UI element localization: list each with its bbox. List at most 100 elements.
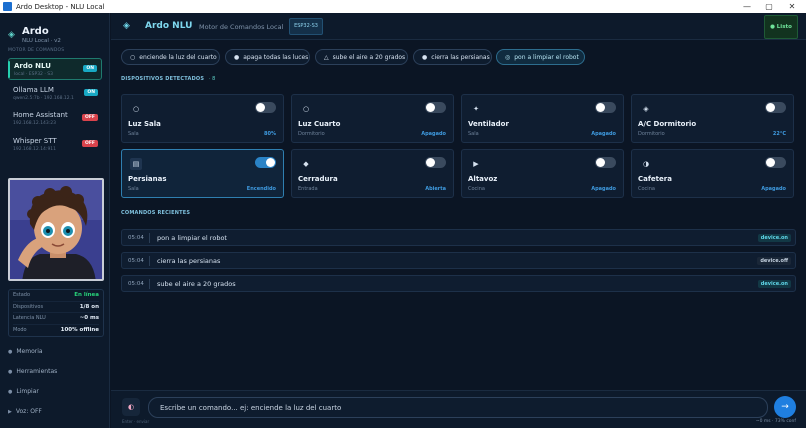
intent-tag: device.off [757, 257, 791, 265]
maximize-button[interactable]: ▢ [757, 0, 781, 13]
tools-button[interactable]: ● Herramientas [8, 368, 57, 375]
model-address: local · ESP32 · S3 [14, 72, 53, 77]
device-name: A/C Dormitorio [638, 120, 697, 128]
device-state: Apagado [591, 131, 616, 137]
action-label: Voz: OFF [15, 408, 42, 415]
stat-row: Estado En línea [13, 290, 99, 302]
toggle-knob [266, 158, 275, 167]
recent-command-row[interactable]: 05:04 sube el aire a 20 grados device.on [121, 275, 796, 292]
device-toggle[interactable] [765, 157, 786, 168]
app-icon [3, 2, 12, 11]
device-state: Encendido [246, 186, 276, 192]
intent-tag: device.on [757, 280, 791, 288]
device-card-ventilador[interactable]: ✦ Ventilador Sala Apagado [461, 94, 624, 143]
quick-command-3[interactable]: △ sube el aire a 20 grados [315, 49, 408, 65]
device-card-luz-cuarto[interactable]: ○ Luz Cuarto Dormitorio Apagado [291, 94, 454, 143]
brand-subtitle: NLU Local · v2 [22, 38, 61, 44]
device-card-luz-sala[interactable]: ○ Luz Sala Sala 80% [121, 94, 284, 143]
tools-icon: ● [8, 369, 13, 375]
stat-value: 100% offline [60, 327, 99, 334]
device-toggle[interactable] [595, 102, 616, 113]
model-item-home-assistant[interactable]: Home Assistant 192.168.12.143:23 OFF [8, 108, 102, 130]
dot-icon: ● [422, 53, 428, 61]
stat-value: En línea [74, 292, 99, 299]
device-card-persianas[interactable]: ▤ Persianas Sala Encendido [121, 149, 284, 198]
stat-value: 1/8 on [79, 303, 99, 310]
microphone-icon[interactable]: ◐ [122, 398, 140, 416]
device-room: Cocina [638, 186, 655, 192]
device-toggle[interactable] [425, 102, 446, 113]
stat-row: Dispositivos 1/8 on [13, 302, 99, 313]
device-toggle[interactable] [595, 157, 616, 168]
avatar-illustration [10, 180, 102, 279]
status-badge: OFF [82, 114, 98, 121]
device-card-cafetera[interactable]: ◑ Cafetera Cocina Apagado [631, 149, 794, 198]
input-hint: Enter · enviar [122, 419, 150, 424]
device-room: Dormitorio [638, 131, 665, 137]
window-titlebar: Ardo Desktop - NLU Local — ▢ ✕ [0, 0, 806, 13]
device-toggle[interactable] [255, 157, 276, 168]
send-button[interactable]: → [774, 396, 796, 418]
stat-label: Estado [13, 292, 31, 299]
model-address: qwen2.5:7b · 192.168.12.1 [13, 96, 74, 101]
device-card-cerradura[interactable]: ◆ Cerradura Entrada Abierta [291, 149, 454, 198]
memory-button[interactable]: ● Memoria [8, 348, 43, 355]
quick-command-5[interactable]: ◎ pon a limpiar el robot [496, 49, 585, 65]
device-room: Cocina [468, 186, 485, 192]
toggle-knob [766, 158, 775, 167]
device-toggle[interactable] [255, 102, 276, 113]
triangle-icon: △ [324, 53, 329, 61]
device-name: Luz Cuarto [298, 120, 341, 128]
command-text: sube el aire a 20 grados [157, 280, 236, 288]
device-state: Apagado [591, 186, 616, 192]
snowflake-icon: ◈ [643, 105, 649, 113]
quick-command-4[interactable]: ● cierra las persianas [413, 49, 492, 65]
close-button[interactable]: ✕ [780, 0, 804, 13]
model-item-ollama-llm[interactable]: Ollama LLM qwen2.5:7b · 192.168.12.1 ON [8, 83, 102, 105]
device-name: Ventilador [468, 120, 509, 128]
device-room: Sala [468, 131, 479, 137]
status-indicator: ● Listo [764, 15, 798, 39]
models-section-label: MOTOR DE COMANDOS [8, 48, 65, 53]
recent-command-row[interactable]: 05:04 pon a limpiar el robot device.on [121, 229, 796, 246]
devices-section-label: DISPOSITIVOS DETECTADOS [121, 76, 205, 82]
device-toggle[interactable] [425, 157, 446, 168]
blinds-icon: ▤ [130, 158, 142, 170]
quick-command-label: pon a limpiar el robot [514, 53, 579, 61]
action-label: Memoria [16, 348, 43, 355]
quick-command-label: apaga todas las luces [243, 53, 309, 61]
clear-icon: ● [8, 389, 13, 395]
target-icon: ◎ [505, 53, 511, 61]
stat-label: Latencia NLU [13, 315, 46, 322]
device-card-ac-dormitorio[interactable]: ◈ A/C Dormitorio Dormitorio 22°C [631, 94, 794, 143]
brand-name: Ardo [22, 26, 49, 37]
quick-command-1[interactable]: ○ enciende la luz del cuarto [121, 49, 220, 65]
device-name: Cafetera [638, 175, 672, 183]
dot-icon: ● [234, 53, 240, 61]
device-name: Persianas [128, 175, 167, 183]
page-subtitle: Motor de Comandos Local [199, 23, 284, 31]
device-room: Dormitorio [298, 131, 325, 137]
model-item-ardo-nlu[interactable]: Ardo NLU local · ESP32 · S3 ON [8, 58, 102, 80]
status-badge: ON [83, 65, 97, 72]
device-name: Altavoz [468, 175, 498, 183]
quick-command-2[interactable]: ● apaga todas las luces [225, 49, 310, 65]
voice-toggle-button[interactable]: ▶ Voz: OFF [8, 408, 42, 415]
command-input[interactable] [148, 397, 768, 418]
coffee-icon: ◑ [642, 160, 650, 168]
device-card-altavoz[interactable]: ▶ Altavoz Cocina Apagado [461, 149, 624, 198]
header: ◈ Ardo NLU Motor de Comandos Local ESP32… [111, 13, 806, 40]
toggle-knob [426, 103, 435, 112]
bulb-icon: ○ [302, 105, 310, 113]
clear-button[interactable]: ● Limpiar [8, 388, 39, 395]
avatar [8, 178, 104, 281]
device-state: 80% [264, 131, 276, 137]
play-icon: ▶ [473, 160, 479, 168]
toggle-knob [766, 103, 775, 112]
device-toggle[interactable] [765, 102, 786, 113]
recent-command-row[interactable]: 05:04 cierra las persianas device.off [121, 252, 796, 269]
stat-row: Modo 100% offline [13, 325, 99, 337]
device-chip[interactable]: ESP32-S3 [289, 18, 323, 35]
minimize-button[interactable]: — [735, 0, 759, 13]
model-item-whisper-stt[interactable]: Whisper STT 192.168.12.14:911 OFF [8, 134, 102, 156]
